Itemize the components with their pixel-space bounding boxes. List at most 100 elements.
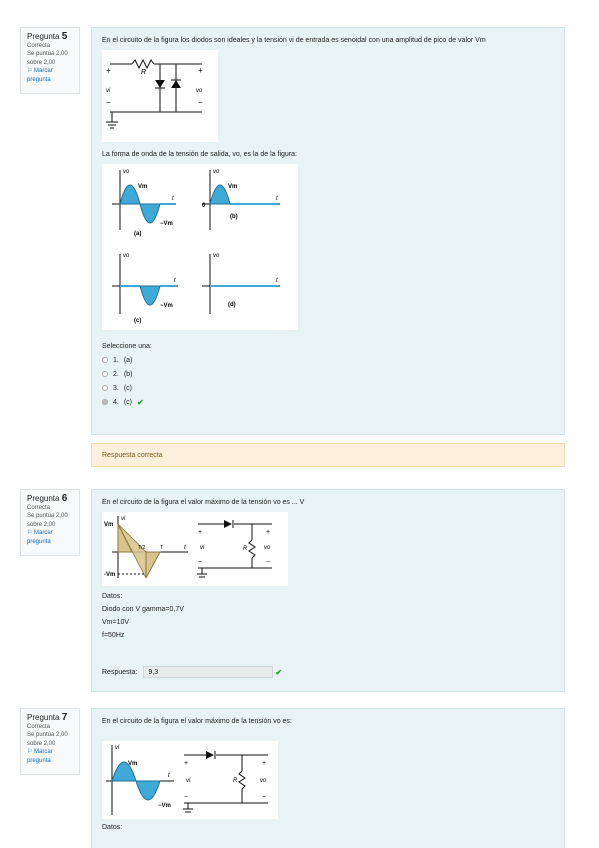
svg-text:-Vm: -Vm bbox=[104, 572, 115, 578]
svg-text:Vm: Vm bbox=[104, 522, 113, 528]
svg-text:vi: vi bbox=[186, 778, 191, 784]
data-title: Datos: bbox=[102, 824, 123, 831]
question-content-5: En el circuito de la figura los diodos s… bbox=[91, 27, 565, 435]
question-number: 7 bbox=[61, 712, 68, 723]
svg-text:vo: vo bbox=[123, 169, 130, 175]
svg-text:+: + bbox=[106, 66, 111, 75]
flag-question-link[interactable]: ⚐ Marcar pregunta bbox=[27, 67, 73, 84]
svg-text:−: − bbox=[198, 98, 203, 107]
data-line: f=50Hz bbox=[102, 632, 125, 639]
svg-text:vo: vo bbox=[196, 88, 203, 94]
question-data: Datos: Diodo con V gamma=0,7V Vm=10V f=5… bbox=[102, 590, 184, 642]
question-info-6: Pregunta 6 Correcta Se puntúa 2,00 sobre… bbox=[20, 489, 80, 556]
waveform-options-q5: vo Vm −Vm t (a) vo Vm 0 t (b) vo −Vm t (… bbox=[102, 164, 298, 330]
circuit-waveform-q6: Vm -Vm vi T/2 T t + vi − R + vo − bbox=[102, 512, 288, 586]
question-text: En el circuito de la figura el valor máx… bbox=[102, 499, 305, 506]
flag-question-link[interactable]: ⚐ Marcar pregunta bbox=[27, 529, 73, 546]
option-4[interactable]: 4. (c) ✔ bbox=[102, 395, 152, 409]
svg-text:R: R bbox=[243, 546, 248, 552]
question-subtext: La forma de onda de la tensión de salida… bbox=[102, 151, 297, 158]
option-label: (c) bbox=[123, 398, 133, 406]
svg-text:Vm: Vm bbox=[228, 184, 237, 190]
radio-button-selected[interactable] bbox=[102, 399, 108, 405]
circuit-waveform-q7: vi Vm −Vm t + vi − R + vo − bbox=[102, 741, 278, 819]
svg-text:vo: vo bbox=[213, 169, 220, 175]
question-label: Pregunta bbox=[27, 713, 60, 722]
svg-text:R: R bbox=[233, 778, 238, 784]
check-icon: ✔ bbox=[275, 667, 283, 677]
answer-input[interactable]: 9,3 bbox=[143, 666, 274, 678]
svg-text:+: + bbox=[266, 529, 270, 536]
svg-text:−Vm: −Vm bbox=[158, 803, 171, 809]
radio-button[interactable] bbox=[102, 371, 108, 377]
question-number: 6 bbox=[61, 493, 68, 504]
question-content-7: En el circuito de la figura el valor máx… bbox=[91, 708, 565, 848]
flag-icon: ⚐ bbox=[27, 749, 35, 755]
circuit-diagram-q5: R + vi − + vo − bbox=[102, 50, 218, 142]
data-line: Vm=10V bbox=[102, 619, 130, 626]
option-label: (a) bbox=[123, 356, 133, 364]
question-status: Correcta bbox=[27, 504, 51, 511]
svg-text:T: T bbox=[160, 545, 163, 551]
question-label: Pregunta bbox=[27, 32, 60, 41]
flag-icon: ⚐ bbox=[27, 68, 35, 74]
svg-text:(d): (d) bbox=[228, 302, 236, 308]
answer-label: Respuesta: bbox=[102, 668, 138, 676]
option-number: 4. bbox=[113, 398, 119, 406]
radio-button[interactable] bbox=[102, 357, 108, 363]
data-line: Diodo con V gamma=0,7V bbox=[102, 606, 184, 613]
option-number: 2. bbox=[113, 370, 119, 378]
svg-text:vi: vi bbox=[106, 88, 111, 94]
option-number: 3. bbox=[113, 384, 119, 392]
svg-text:(a): (a) bbox=[134, 231, 141, 237]
svg-text:Vm: Vm bbox=[138, 184, 147, 190]
svg-text:vi: vi bbox=[200, 545, 205, 551]
check-icon: ✔ bbox=[137, 397, 144, 407]
option-1[interactable]: 1. (a) bbox=[102, 353, 152, 367]
svg-text:−: − bbox=[184, 794, 188, 801]
question-score: Se puntúa 2,00 sobre 2,00 bbox=[27, 513, 68, 528]
svg-text:−: − bbox=[106, 98, 111, 107]
svg-text:vo: vo bbox=[260, 778, 267, 784]
question-status: Correcta bbox=[27, 723, 51, 730]
svg-text:+: + bbox=[198, 66, 203, 75]
question-text: En el circuito de la figura el valor máx… bbox=[102, 718, 292, 725]
svg-text:vi: vi bbox=[115, 745, 120, 751]
data-title: Datos: bbox=[102, 593, 123, 600]
svg-text:+: + bbox=[184, 760, 188, 767]
svg-text:−Vm: −Vm bbox=[160, 303, 173, 309]
flag-question-link[interactable]: ⚐ Marcar pregunta bbox=[27, 748, 73, 765]
question-info-7: Pregunta 7 Correcta Se puntúa 2,00 sobre… bbox=[20, 708, 80, 775]
svg-text:+: + bbox=[198, 529, 202, 536]
question-score: Se puntúa 2,00 sobre 2,00 bbox=[27, 51, 68, 66]
svg-text:+: + bbox=[262, 760, 266, 767]
svg-text:(c): (c) bbox=[134, 318, 141, 324]
question-text: En el circuito de la figura los diodos s… bbox=[102, 37, 486, 44]
select-prompt: Seleccione una: bbox=[102, 343, 152, 350]
radio-button[interactable] bbox=[102, 385, 108, 391]
option-label: (c) bbox=[123, 384, 133, 392]
option-3[interactable]: 3. (c) bbox=[102, 381, 152, 395]
svg-text:vo: vo bbox=[123, 253, 130, 259]
flag-icon: ⚐ bbox=[27, 530, 35, 536]
feedback-correct: Respuesta correcta bbox=[91, 443, 565, 467]
svg-text:vi: vi bbox=[121, 516, 126, 522]
option-2[interactable]: 2. (b) bbox=[102, 367, 152, 381]
svg-text:−: − bbox=[198, 559, 202, 566]
option-label: (b) bbox=[123, 370, 133, 378]
answer-row: Respuesta: 9,3 ✔ bbox=[102, 666, 282, 678]
svg-text:−: − bbox=[266, 559, 270, 566]
svg-text:T/2: T/2 bbox=[138, 545, 145, 551]
svg-text:−: − bbox=[262, 794, 266, 801]
svg-text:−Vm: −Vm bbox=[160, 221, 173, 227]
question-label: Pregunta bbox=[27, 494, 60, 503]
question-info-5: Pregunta 5 Correcta Se puntúa 2,00 sobre… bbox=[20, 27, 80, 94]
answer-options: Seleccione una: 1. (a) 2. (b) 3. (c) 4. (c) ✔ bbox=[102, 340, 152, 409]
question-status: Correcta bbox=[27, 42, 51, 49]
question-content-6: En el circuito de la figura el valor máx… bbox=[91, 489, 565, 692]
question-number: 5 bbox=[61, 31, 68, 42]
svg-text:(b): (b) bbox=[230, 214, 238, 220]
svg-text:vo: vo bbox=[264, 545, 271, 551]
svg-text:R: R bbox=[141, 69, 146, 76]
svg-text:Vm: Vm bbox=[128, 761, 137, 767]
